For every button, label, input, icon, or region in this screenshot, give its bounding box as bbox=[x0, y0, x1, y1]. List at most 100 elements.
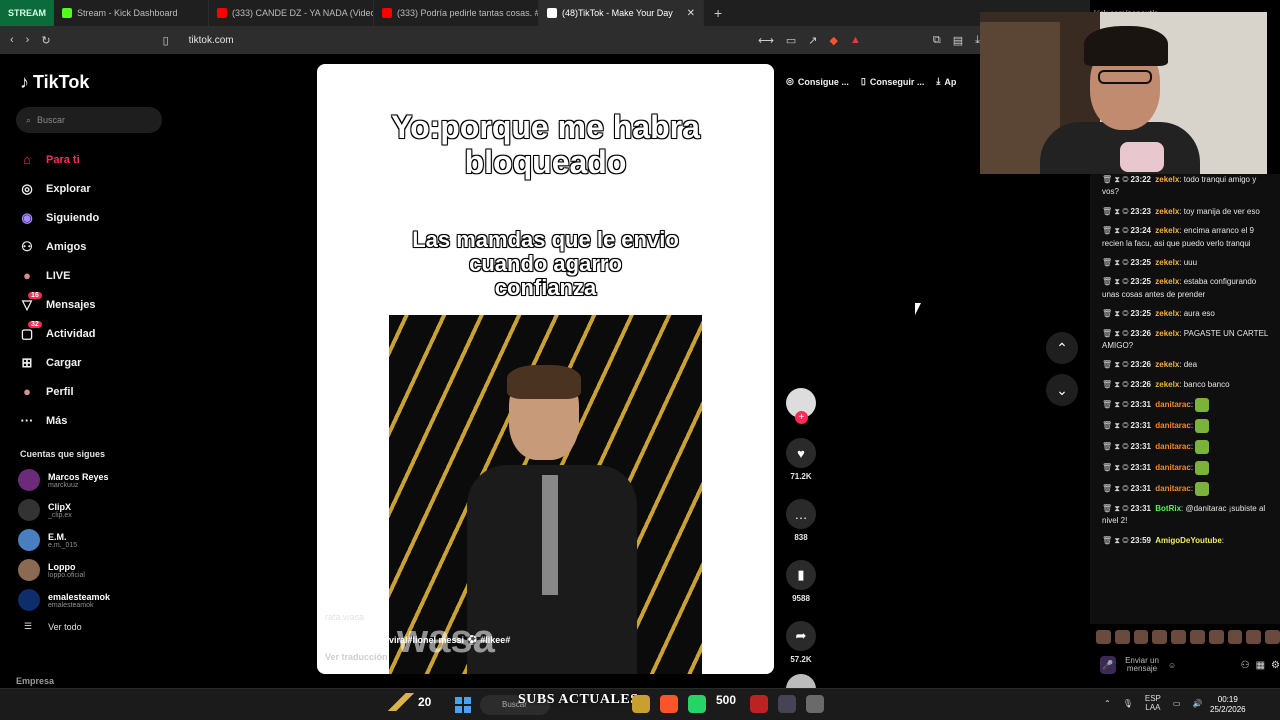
tab-youtube-1[interactable]: (333) CANDE DZ - YA NADA (Video o bbox=[209, 0, 374, 26]
emote[interactable] bbox=[1133, 630, 1149, 644]
tab-kick-dashboard[interactable]: Stream - Kick Dashboard bbox=[54, 0, 209, 26]
get-coins-button[interactable]: ◎ Consigue ... bbox=[786, 76, 849, 87]
emote[interactable] bbox=[1208, 630, 1224, 644]
nav-live[interactable]: ● LIVE bbox=[10, 261, 190, 290]
message-user[interactable]: zekelx bbox=[1155, 258, 1179, 267]
brave-rewards-icon[interactable]: ▲ bbox=[850, 34, 861, 46]
sidebar-toggle-icon[interactable]: ▤ bbox=[953, 34, 963, 47]
moderation-icons[interactable]: 🗑 ⧗ ◎ bbox=[1102, 277, 1129, 286]
comment-button[interactable]: … bbox=[786, 499, 816, 529]
moderation-icons[interactable]: 🗑 ⧗ ◎ bbox=[1102, 258, 1129, 267]
message-user[interactable]: zekelx bbox=[1155, 360, 1179, 369]
emoji-icon[interactable]: ☺ bbox=[1168, 661, 1176, 670]
see-all-link[interactable]: ☰ Ver todo bbox=[10, 621, 190, 632]
app-icon[interactable] bbox=[778, 695, 796, 713]
brave-icon[interactable] bbox=[660, 695, 678, 713]
chat-input[interactable]: 🎤 Enviar un mensaje ☺ ⚇ ▦ ⚙ bbox=[1100, 650, 1280, 680]
video-username[interactable]: rata.wasa bbox=[325, 612, 364, 622]
nav-explorar[interactable]: ◎ Explorar bbox=[10, 174, 190, 203]
app-icon[interactable] bbox=[806, 695, 824, 713]
store-icon[interactable]: ▦ bbox=[1256, 660, 1265, 671]
network-icon[interactable]: ▭ bbox=[1173, 699, 1181, 708]
nav-amigos[interactable]: ⚇ Amigos bbox=[10, 232, 190, 261]
emote[interactable] bbox=[1246, 630, 1262, 644]
moderation-icons[interactable]: 🗑 ⧗ ◎ bbox=[1102, 463, 1129, 472]
url-field[interactable]: tiktok.com bbox=[189, 35, 234, 46]
moderation-icons[interactable]: 🗑 ⧗ ◎ bbox=[1102, 484, 1129, 493]
message-user[interactable]: danitarac bbox=[1155, 484, 1191, 493]
nav-mas[interactable]: ··· Más bbox=[10, 406, 190, 435]
translate-link[interactable]: Ver traducción bbox=[325, 652, 388, 662]
nav-actividad[interactable]: ▢ 32 Actividad bbox=[10, 319, 190, 348]
account-item[interactable]: Loppo loppo.oficial bbox=[10, 555, 190, 585]
message-user[interactable]: zekelx bbox=[1155, 226, 1179, 235]
moderation-icons[interactable]: 🗑 ⧗ ◎ bbox=[1102, 360, 1129, 369]
save-button[interactable]: ▮ bbox=[786, 560, 816, 590]
moderation-icons[interactable]: 🗑 ⧗ ◎ bbox=[1102, 329, 1129, 338]
moderation-icons[interactable]: 🗑 ⧗ ◎ bbox=[1102, 504, 1129, 513]
extensions-icon[interactable]: ⧉ bbox=[933, 34, 941, 47]
creator-avatar[interactable]: + bbox=[786, 388, 816, 424]
emote[interactable] bbox=[1114, 630, 1130, 644]
moderation-icons[interactable]: 🗑 ⧗ ◎ bbox=[1102, 226, 1129, 235]
message-user[interactable]: AmigoDeYoutube bbox=[1155, 536, 1222, 545]
language-indicator[interactable]: ESP LAA bbox=[1145, 694, 1161, 713]
windows-start-icon[interactable] bbox=[455, 697, 471, 713]
back-icon[interactable]: ‹ bbox=[10, 34, 14, 46]
whatsapp-icon[interactable] bbox=[688, 695, 706, 713]
account-item[interactable]: ClipX _clip.ex bbox=[10, 495, 190, 525]
account-item[interactable]: emalesteamok emalesteamok bbox=[10, 585, 190, 615]
message-user[interactable]: zekelx bbox=[1155, 329, 1179, 338]
message-user[interactable]: BotRix bbox=[1155, 504, 1181, 513]
nav-perfil[interactable]: ● Perfil bbox=[10, 377, 190, 406]
settings-icon[interactable]: ⚙ bbox=[1271, 660, 1280, 671]
nav-mensajes[interactable]: ▽ 16 Mensajes bbox=[10, 290, 190, 319]
mic-tray-icon[interactable]: 🎙 bbox=[1123, 699, 1133, 708]
share-button[interactable]: ➦ bbox=[786, 621, 816, 651]
moderation-icons[interactable]: 🗑 ⧗ ◎ bbox=[1102, 400, 1129, 409]
video-player[interactable]: Yo:porque me habra bloqueado Las mamdas … bbox=[317, 64, 774, 674]
tiktok-logo[interactable]: ♪ TikTok bbox=[20, 72, 190, 93]
company-link[interactable]: Empresa bbox=[16, 676, 54, 686]
emote[interactable] bbox=[1096, 630, 1111, 644]
nav-para-ti[interactable]: ⌂ Para ti bbox=[10, 145, 190, 174]
moderation-icons[interactable]: 🗑 ⧗ ◎ bbox=[1102, 442, 1129, 451]
nav-cargar[interactable]: ⊞ Cargar bbox=[10, 348, 190, 377]
app-icon[interactable] bbox=[750, 695, 768, 713]
next-video-button[interactable]: ⌄ bbox=[1046, 374, 1078, 406]
file-explorer-icon[interactable] bbox=[632, 695, 650, 713]
translate-icon[interactable]: ⟷ bbox=[758, 34, 774, 47]
message-user[interactable]: danitarac bbox=[1155, 442, 1191, 451]
mic-icon[interactable]: 🎤 bbox=[1100, 656, 1116, 674]
nav-siguiendo[interactable]: ◉ Siguiendo bbox=[10, 203, 190, 232]
like-button[interactable]: ♥ bbox=[786, 438, 816, 468]
message-user[interactable]: zekelx bbox=[1155, 309, 1179, 318]
message-user[interactable]: danitarac bbox=[1155, 421, 1191, 430]
moderation-icons[interactable]: 🗑 ⧗ ◎ bbox=[1102, 175, 1129, 184]
brave-shield-icon[interactable]: ◆ bbox=[830, 34, 838, 47]
account-item[interactable]: Marcos Reyes marckuuz bbox=[10, 465, 190, 495]
tab-youtube-2[interactable]: (333) Podría pedirle tantas cosas. #p bbox=[374, 0, 539, 26]
tab-tiktok[interactable]: (48)TikTok - Make Your Day ✕ bbox=[539, 0, 704, 26]
emote[interactable] bbox=[1189, 630, 1205, 644]
moderation-icons[interactable]: 🗑 ⧗ ◎ bbox=[1102, 207, 1129, 216]
follow-plus-icon[interactable]: + bbox=[795, 411, 808, 424]
emote[interactable] bbox=[1171, 630, 1186, 644]
search-input[interactable]: ⌕ Buscar bbox=[16, 107, 162, 133]
users-icon[interactable]: ⚇ bbox=[1241, 660, 1250, 671]
moderation-icons[interactable]: 🗑 ⧗ ◎ bbox=[1102, 421, 1129, 430]
chevron-up-icon[interactable]: ⌃ bbox=[1104, 699, 1111, 708]
message-user[interactable]: danitarac bbox=[1155, 463, 1191, 472]
emote[interactable] bbox=[1265, 630, 1280, 644]
message-user[interactable]: zekelx bbox=[1155, 277, 1179, 286]
account-item[interactable]: E.M. e.m._015 bbox=[10, 525, 190, 555]
message-user[interactable]: danitarac bbox=[1155, 400, 1191, 409]
close-tab-icon[interactable]: ✕ bbox=[687, 8, 695, 19]
moderation-icons[interactable]: 🗑 ⧗ ◎ bbox=[1102, 380, 1129, 389]
bookmark-icon[interactable]: ▯ bbox=[163, 34, 169, 47]
cast-icon[interactable]: ▭ bbox=[786, 34, 796, 47]
app-download-button[interactable]: ⤓ Ap bbox=[936, 76, 956, 87]
emote[interactable] bbox=[1152, 630, 1168, 644]
new-tab-button[interactable]: + bbox=[704, 5, 732, 21]
moderation-icons[interactable]: 🗑 ⧗ ◎ bbox=[1102, 536, 1129, 545]
